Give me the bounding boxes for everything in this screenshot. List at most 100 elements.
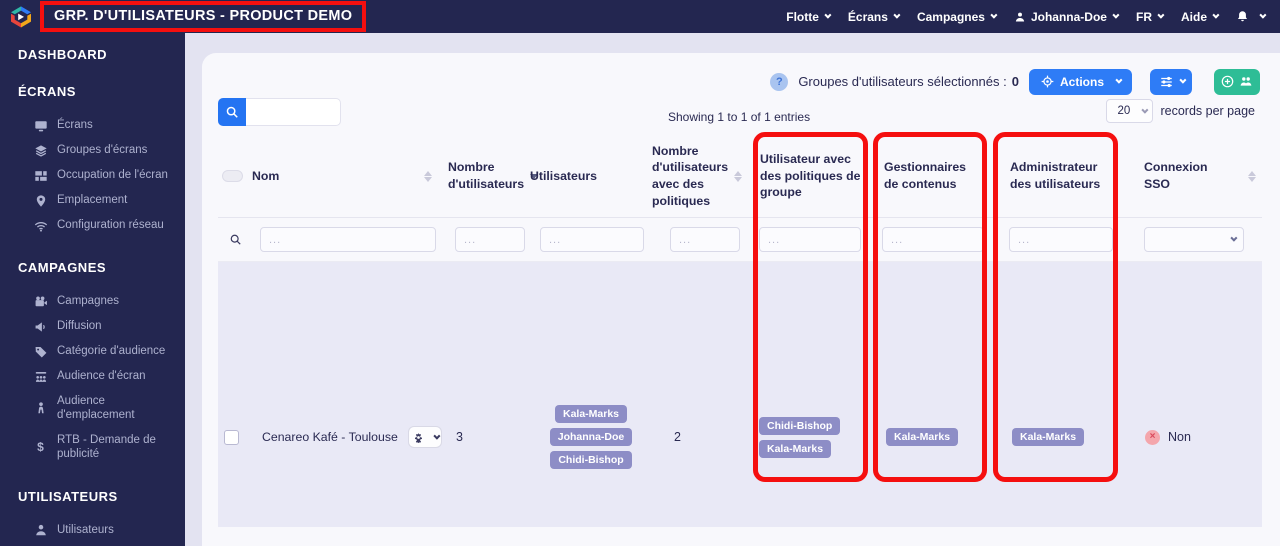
nav-user-menu[interactable]: Johanna-Doe [1014,10,1120,24]
chevron-down-icon [1157,11,1165,19]
add-user-group-button[interactable] [1214,68,1260,95]
layout-icon [33,168,48,183]
bell-icon [1237,11,1248,22]
sidebar-item-label: Groupes d'écrans [57,144,148,157]
table-header-row: Nom Nombre d'utilisateurs Utilisateurs N… [218,135,1262,218]
sso-value: Non [1168,430,1191,444]
layers-icon [33,143,48,158]
sort-icon[interactable] [424,170,432,182]
column-header-administrateur-utilisateurs[interactable]: Administrateur des utilisateurs [988,159,1118,192]
sidebar-item-emplacement[interactable]: Emplacement [18,188,185,213]
column-header-connexion-sso[interactable]: Connexion SSO [1118,159,1262,192]
nav-notifications-menu[interactable] [1236,10,1267,23]
table-row[interactable]: Cenareo Kafé - Toulouse 3 Kala-Marks Joh… [218,262,1262,527]
column-header-utilisateurs[interactable]: Utilisateurs [530,168,652,185]
sidebar-item-label: RTB - Demande de publicité [57,433,156,461]
filter-search-icon [230,234,241,245]
select-all-toggle[interactable] [222,170,243,182]
target-icon [1041,75,1054,88]
megaphone-icon [33,319,48,334]
filter-input-nom[interactable] [260,227,436,252]
policy-users-badge-list: Chidi-Bishop Kala-Marks [759,416,841,458]
chevron-down-icon [1259,11,1267,19]
nav-menu-flotte[interactable]: Flotte [786,10,832,24]
nav-language-menu[interactable]: FR [1136,10,1165,24]
user-badge: Johanna-Doe [549,428,633,446]
map-pin-icon [33,193,48,208]
dollar-icon: $ [37,439,44,454]
column-header-nombre-utilisateurs[interactable]: Nombre d'utilisateurs [448,159,539,192]
sidebar-item-rtb[interactable]: $ RTB - Demande de publicité [18,428,185,467]
chevron-down-icon [990,11,998,19]
column-header-utilisateur-politiques-groupe[interactable]: Utilisateur avec des politiques de group… [746,151,868,201]
sidebar-item-occupation-ecran[interactable]: Occupation de l'écran [18,163,185,188]
sidebar-item-diffusion[interactable]: Diffusion [18,314,185,339]
sidebar-heading-dashboard[interactable]: DASHBOARD [18,47,185,62]
sidebar-item-groupe-utilisateur[interactable]: Groupe d'utilisateur [18,543,185,546]
monitor-icon [33,118,48,133]
sidebar-item-audience-ecran[interactable]: Audience d'écran [18,364,185,389]
chevron-down-icon [1178,76,1186,84]
column-header-nombre-politiques[interactable]: Nombre d'utilisateurs avec des politique… [652,143,746,209]
help-icon[interactable]: ? [770,72,789,91]
filter-input-utilisateurs[interactable] [540,227,644,252]
sidebar-heading-campagnes: CAMPAGNES [18,260,107,275]
chevron-down-icon [1112,11,1120,19]
sort-icon[interactable] [734,170,743,182]
filter-input-gestionnaires[interactable] [882,227,984,252]
sidebar-item-audience-emplacement[interactable]: Audience d'emplacement [18,389,185,428]
search-button[interactable] [218,98,246,126]
sidebar-item-configuration-reseau[interactable]: Configuration réseau [18,213,185,238]
sidebar-item-label: Occupation de l'écran [57,169,168,182]
actions-button[interactable]: Actions [1028,68,1132,95]
user-icon [1015,12,1025,21]
main-area: ? Groupes d'utilisateurs sélectionnés : … [185,33,1280,546]
gear-icon [414,432,422,443]
sidebar-item-label: Écrans [57,119,93,132]
selected-groups-count: 0 [1011,74,1019,89]
user-badge: Chidi-Bishop [759,416,841,435]
column-settings-button[interactable] [1150,68,1192,95]
column-header-nom[interactable]: Nom [252,168,448,185]
row-checkbox[interactable] [224,429,239,445]
chevron-down-icon [432,432,440,440]
sidebar-item-ecrans[interactable]: Écrans [18,113,185,138]
column-header-gestionnaires-contenus[interactable]: Gestionnaires de contenus [868,159,988,192]
user-badge: Chidi-Bishop [550,451,632,469]
users-badge-list: Kala-Marks Johanna-Doe Chidi-Bishop [530,405,652,469]
user-icon [33,523,48,538]
person-standing-icon [33,401,48,416]
sidebar-item-label: Catégorie d'audience [57,345,166,358]
sort-icon[interactable] [1248,170,1256,182]
sidebar-item-campagnes[interactable]: Campagnes [18,289,185,314]
row-actions-button[interactable] [408,426,442,448]
sidebar: DASHBOARD ÉCRANS Écrans Groupes d'écrans… [0,0,185,546]
nav-menu-ecrans[interactable]: Écrans [848,10,901,24]
nav-help-menu[interactable]: Aide [1181,10,1220,24]
users-group-icon [1240,77,1252,86]
filter-input-nombre-politiques[interactable] [670,227,740,252]
filter-input-administrateur[interactable] [1009,227,1113,252]
filter-input-nombre-utilisateurs[interactable] [455,227,525,252]
plus-circle-icon [1221,75,1234,88]
records-per-page-select[interactable]: 20 [1106,99,1154,123]
nav-menu-campagnes[interactable]: Campagnes [917,10,998,24]
audience-icon [33,369,48,384]
sidebar-item-utilisateurs[interactable]: Utilisateurs [18,518,185,543]
sidebar-item-label: Audience d'emplacement [57,395,135,422]
filter-input-politiques-groupe[interactable] [759,227,861,252]
sidebar-item-groupes-ecrans[interactable]: Groupes d'écrans [18,138,185,163]
sidebar-item-label: Configuration réseau [57,219,164,232]
search-input[interactable] [246,98,341,126]
chevron-down-icon [1141,106,1149,114]
sidebar-item-categorie-audience[interactable]: Catégorie d'audience [18,339,185,364]
x-circle-icon: × [1145,429,1160,445]
chevron-down-icon [1212,11,1220,19]
sidebar-item-label: Campagnes [57,295,120,308]
app-logo-icon[interactable] [8,4,34,30]
sliders-icon [1160,76,1172,87]
table-filter-row [218,218,1262,262]
tag-icon [33,344,48,359]
selected-groups-label: Groupes d'utilisateurs sélectionnés : [798,74,1007,89]
filter-select-sso[interactable] [1144,227,1244,252]
